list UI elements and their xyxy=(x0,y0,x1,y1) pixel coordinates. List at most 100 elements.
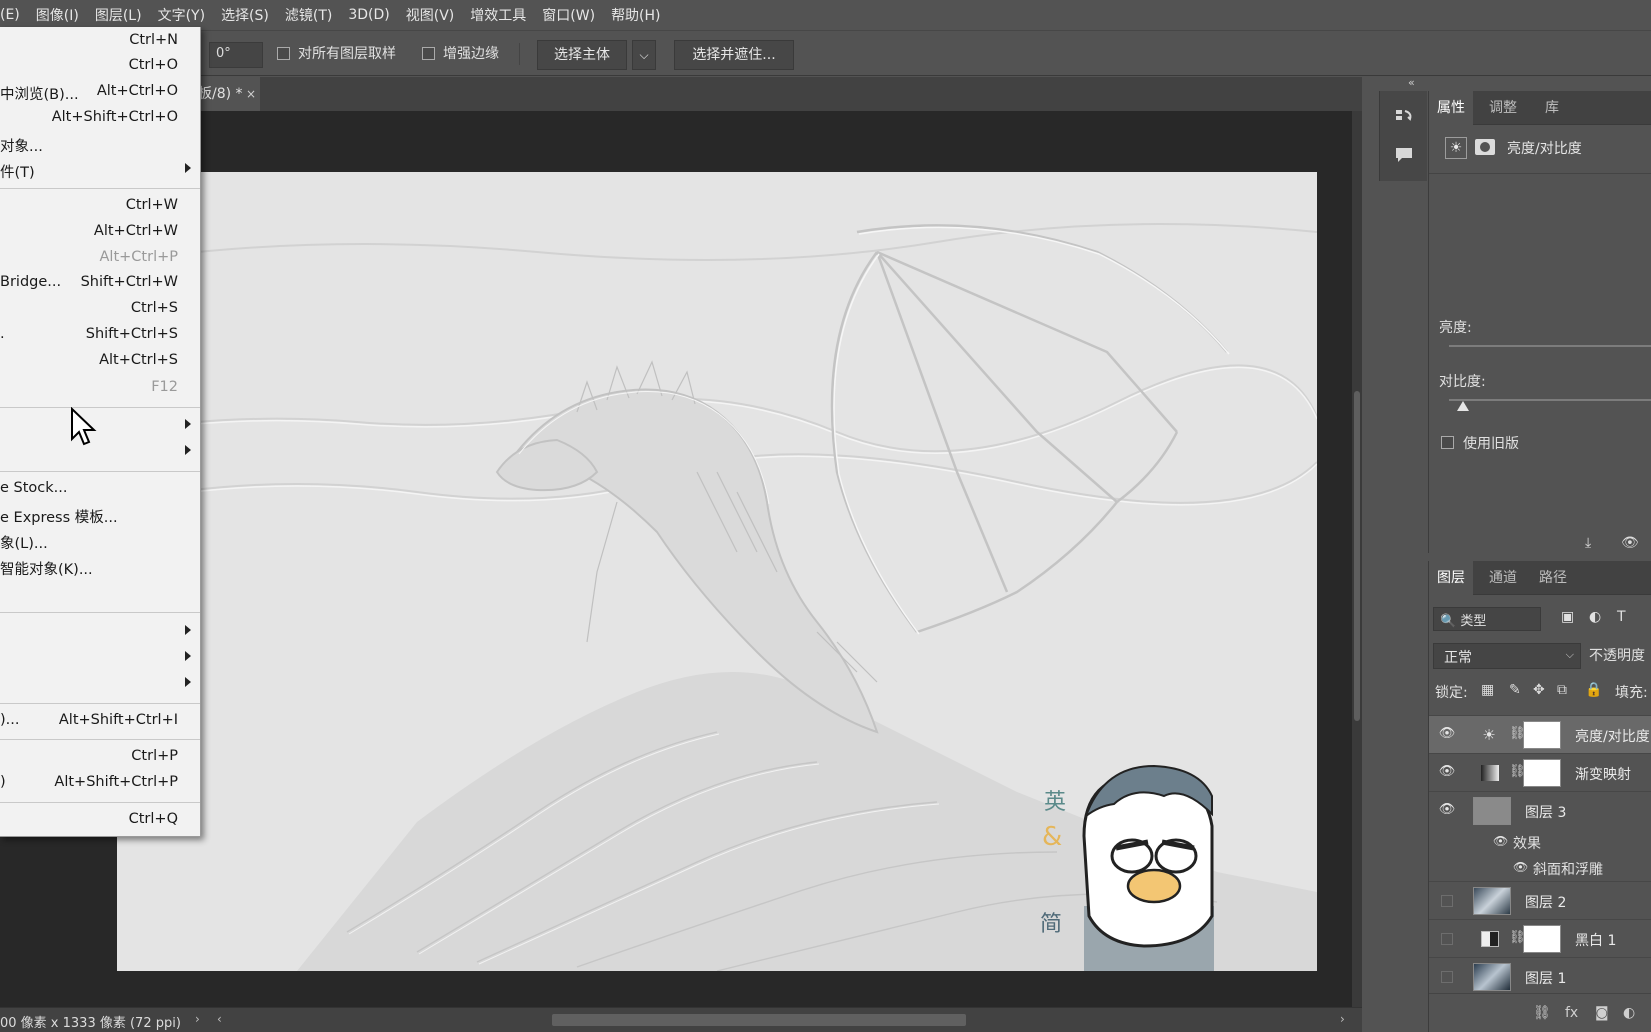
bevel-emboss-effect-row[interactable]: 👁 斜面和浮雕 xyxy=(1429,855,1651,881)
contrast-slider[interactable] xyxy=(1449,399,1651,401)
layer-row-layer-3[interactable]: 👁 图层 3 xyxy=(1429,791,1651,829)
layer-row-layer-2[interactable]: 图层 2 xyxy=(1429,881,1651,919)
status-menu-arrow[interactable]: › xyxy=(195,1012,200,1026)
filter-pixel-icon[interactable]: ▣ xyxy=(1561,609,1574,625)
add-mask-icon[interactable]: ◙ xyxy=(1595,1005,1609,1021)
close-tab-icon[interactable]: × xyxy=(246,77,256,111)
visibility-toggle-empty[interactable] xyxy=(1441,971,1453,983)
sample-all-layers-checkbox[interactable] xyxy=(277,47,290,60)
menu-item-new[interactable]: Ctrl+N xyxy=(0,30,200,54)
blend-mode-select[interactable]: 正常 ⌵ xyxy=(1433,643,1581,669)
horizontal-scroll-thumb[interactable] xyxy=(552,1014,966,1026)
use-legacy-checkbox[interactable] xyxy=(1441,436,1454,449)
menu-item-search-adobe-stock[interactable]: e Stock... xyxy=(0,478,200,502)
menu-item-close-others[interactable]: Alt+Ctrl+P xyxy=(0,247,200,271)
mask-icon[interactable] xyxy=(1475,139,1495,155)
menu-item-scripts[interactable] xyxy=(0,647,200,671)
new-adjustment-icon[interactable]: ◐ xyxy=(1623,1005,1635,1021)
menu-help[interactable]: 帮助(H) xyxy=(603,5,668,25)
menu-item-recent-files[interactable]: 件(T) xyxy=(0,159,200,183)
menu-item-export[interactable] xyxy=(0,415,200,439)
layer-thumbnail[interactable] xyxy=(1473,963,1511,991)
select-subject-button[interactable]: 选择主体 xyxy=(537,40,627,70)
menu-item-close-all[interactable]: Alt+Ctrl+W xyxy=(0,221,200,245)
visibility-eye-icon[interactable]: 👁 xyxy=(1438,764,1456,782)
menu-item-exit[interactable]: Ctrl+Q xyxy=(0,809,200,833)
menu-item-open-as[interactable]: Alt+Shift+Ctrl+O xyxy=(0,107,200,131)
enhance-edge-checkbox[interactable] xyxy=(422,47,435,60)
menu-3d[interactable]: 3D(D) xyxy=(340,7,397,23)
link-layers-icon[interactable]: ⛓ xyxy=(1533,1005,1551,1021)
history-icon[interactable] xyxy=(1394,107,1414,127)
effects-visibility-eye-icon[interactable]: 👁 xyxy=(1493,834,1508,848)
tab-properties[interactable]: 属性 xyxy=(1429,91,1473,125)
visibility-eye-icon[interactable]: 👁 xyxy=(1438,726,1456,744)
scroll-left-arrow[interactable]: ‹ xyxy=(217,1012,222,1026)
visibility-eye-icon[interactable]: 👁 xyxy=(1438,802,1456,820)
menu-item-package-smart-object[interactable]: 智能对象(K)... xyxy=(0,556,200,580)
menu-item-close[interactable]: Ctrl+W xyxy=(0,195,200,219)
layer-mask-thumbnail[interactable] xyxy=(1523,721,1561,749)
filter-adjustment-icon[interactable]: ◐ xyxy=(1589,609,1601,625)
menu-item-file-info[interactable]: )... Alt+Shift+Ctrl+I xyxy=(0,710,200,734)
menu-layer[interactable]: 图层(L) xyxy=(87,5,150,25)
tab-channels[interactable]: 通道 xyxy=(1489,561,1517,595)
filter-type-icon[interactable]: T xyxy=(1617,609,1626,625)
layer-thumbnail[interactable] xyxy=(1473,797,1511,825)
visibility-toggle-empty[interactable] xyxy=(1441,933,1453,945)
image-canvas[interactable]: 英 & 简 xyxy=(117,172,1317,971)
select-subject-dropdown[interactable]: ⌵ xyxy=(632,40,656,70)
menu-item-generate[interactable] xyxy=(0,441,200,465)
comments-icon[interactable] xyxy=(1394,145,1414,165)
menu-item-print-one-copy[interactable]: ) Alt+Shift+Ctrl+P xyxy=(0,772,200,796)
contrast-slider-thumb[interactable] xyxy=(1457,401,1469,411)
menu-item-close-and-go-to-bridge[interactable]: Bridge... Shift+Ctrl+W xyxy=(0,272,200,296)
brightness-slider[interactable] xyxy=(1449,345,1651,347)
layer-mask-thumbnail[interactable] xyxy=(1523,925,1561,953)
layer-row-black-white[interactable]: ⛓ 黑白 1 xyxy=(1429,919,1651,957)
menu-item-save-as[interactable]: . Shift+Ctrl+S xyxy=(0,324,200,348)
menu-item-revert[interactable]: F12 xyxy=(0,377,200,401)
tab-libraries[interactable]: 库 xyxy=(1545,91,1559,125)
menu-view[interactable]: 视图(V) xyxy=(398,5,463,25)
lock-all-icon[interactable]: 🔒 xyxy=(1585,682,1602,698)
layer-row-gradient-map[interactable]: 👁 ⛓ 渐变映射 xyxy=(1429,753,1651,791)
angle-input[interactable]: 0° xyxy=(209,42,263,68)
view-previous-state-icon[interactable]: 👁 xyxy=(1621,535,1639,551)
vertical-scroll-thumb[interactable] xyxy=(1354,391,1360,721)
menu-filter[interactable]: 滤镜(T) xyxy=(277,5,340,25)
menu-item-adobe-express-templates[interactable]: e Express 模板... xyxy=(0,504,200,528)
layer-row-brightness-contrast[interactable]: 👁 ☀ ⛓ 亮度/对比度 xyxy=(1429,715,1651,753)
menu-item-browse-in-bridge[interactable]: 中浏览(B)... Alt+Ctrl+O xyxy=(0,81,200,105)
layer-style-fx-icon[interactable]: fx xyxy=(1565,1005,1578,1021)
menu-select[interactable]: 选择(S) xyxy=(213,5,277,25)
layer-mask-thumbnail[interactable] xyxy=(1523,759,1561,787)
menu-type[interactable]: 文字(Y) xyxy=(150,5,213,25)
bevel-visibility-eye-icon[interactable]: 👁 xyxy=(1513,860,1528,874)
select-and-mask-button[interactable]: 选择并遮住... xyxy=(674,40,794,70)
visibility-toggle-empty[interactable] xyxy=(1441,895,1453,907)
collapse-panels-icon[interactable]: « xyxy=(1408,76,1415,89)
layer-filter-select[interactable]: 🔍 类型 xyxy=(1433,607,1541,631)
menu-item-save-copy[interactable]: Alt+Ctrl+S xyxy=(0,350,200,374)
lock-transparent-icon[interactable]: ▦ xyxy=(1481,682,1494,698)
vertical-scrollbar[interactable] xyxy=(1352,111,1362,1007)
tab-paths[interactable]: 路径 xyxy=(1539,561,1567,595)
menu-edit[interactable]: (E) xyxy=(0,7,28,23)
layer-effects-row[interactable]: 👁 效果 xyxy=(1429,829,1651,855)
menu-plugins[interactable]: 增效工具 xyxy=(462,5,534,25)
menu-item-print[interactable]: Ctrl+P xyxy=(0,746,200,770)
tab-adjustments[interactable]: 调整 xyxy=(1489,91,1517,125)
tab-layers[interactable]: 图层 xyxy=(1429,561,1473,595)
menu-window[interactable]: 窗口(W) xyxy=(534,5,603,25)
menu-item-place-linked[interactable]: 象(L)... xyxy=(0,530,200,554)
menu-item-open-smart-object[interactable]: 对象... xyxy=(0,133,200,157)
lock-image-icon[interactable]: ✎ xyxy=(1509,682,1521,698)
menu-item-save[interactable]: Ctrl+S xyxy=(0,298,200,322)
clip-to-layer-icon[interactable]: ⤓ xyxy=(1585,535,1591,551)
menu-item-import[interactable] xyxy=(0,673,200,697)
menu-item-open[interactable]: Ctrl+O xyxy=(0,55,200,79)
layer-row-layer-1[interactable]: 图层 1 xyxy=(1429,957,1651,995)
scroll-right-arrow[interactable]: › xyxy=(1340,1012,1345,1026)
menu-image[interactable]: 图像(I) xyxy=(28,5,87,25)
